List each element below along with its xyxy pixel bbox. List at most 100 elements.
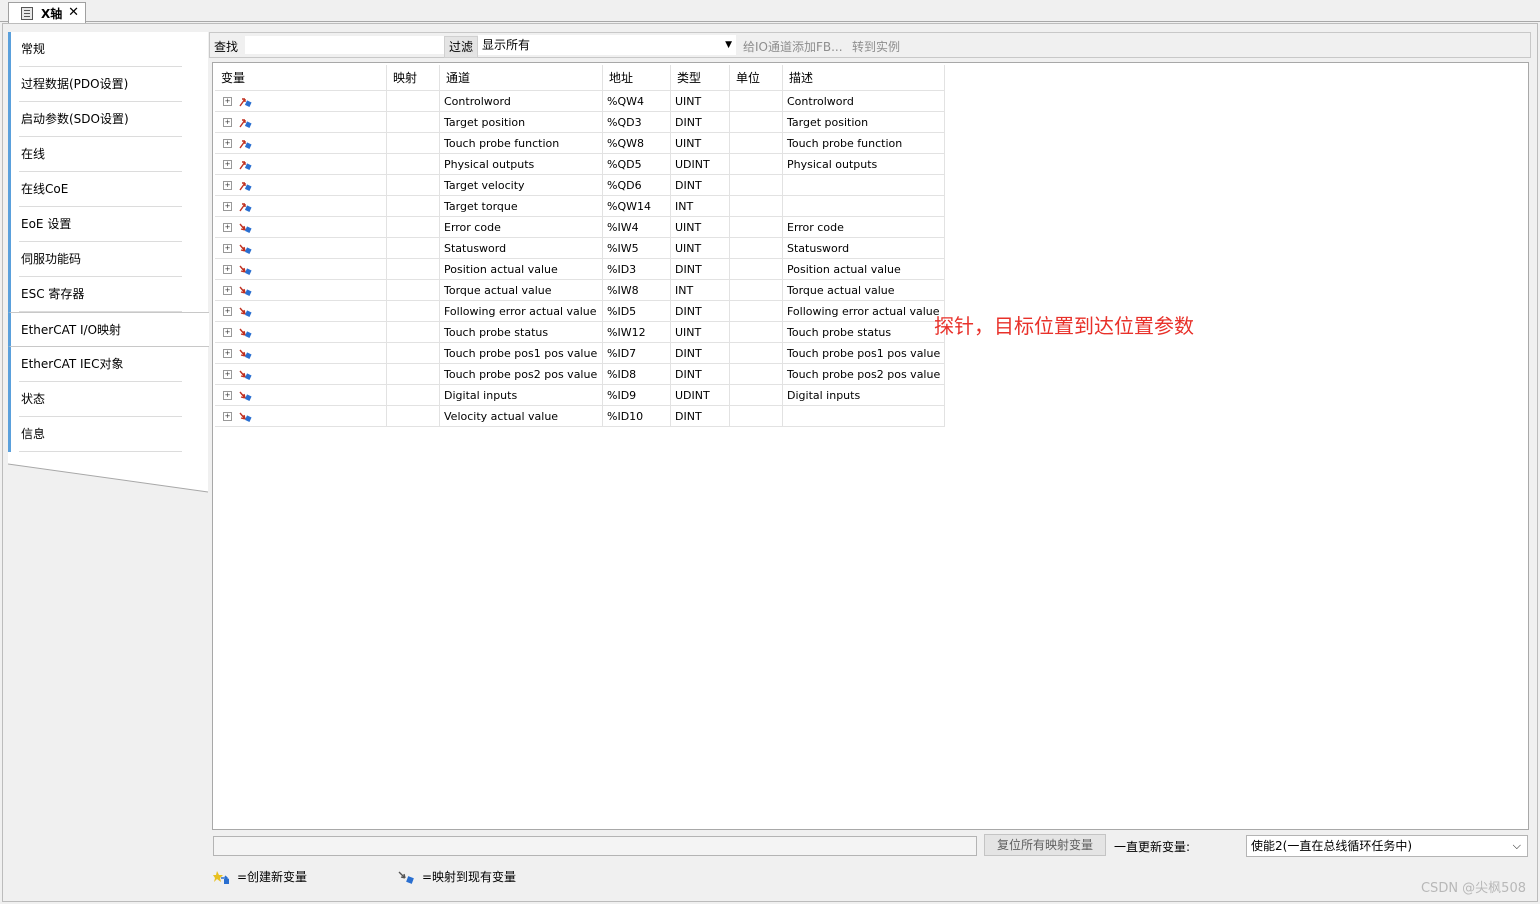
column-header-variable[interactable]: 变量 [215, 65, 387, 91]
nav-item-eoe[interactable]: EoE 设置 [8, 207, 208, 242]
mapping-cell[interactable] [386, 405, 440, 427]
expand-plus-icon[interactable]: + [223, 181, 232, 190]
variable-cell[interactable]: + [215, 384, 387, 406]
variable-cell[interactable]: + [215, 300, 387, 322]
close-icon[interactable]: ✕ [68, 5, 79, 20]
address-cell: %IW12 [602, 321, 671, 343]
variable-cell[interactable]: + [215, 321, 387, 343]
nav-item-ethercat-iec-objects[interactable]: EtherCAT IEC对象 [8, 347, 208, 382]
table-row[interactable]: + Target velocity %QD6 DINT [215, 174, 945, 196]
filter-select[interactable]: 显示所有 ▼ [478, 35, 736, 55]
go-to-instance-button[interactable]: 转到实例 [852, 38, 900, 55]
variable-cell[interactable]: + [215, 279, 387, 301]
variable-cell[interactable]: + [215, 111, 387, 133]
nav-item-info[interactable]: 信息 [8, 417, 208, 452]
table-row[interactable]: + Velocity actual value %ID10 DINT [215, 405, 945, 427]
mapping-cell[interactable] [386, 216, 440, 238]
table-row[interactable]: + Touch probe function %QW8 UINT Touch probe… [215, 132, 945, 154]
address-cell: %QD6 [602, 174, 671, 196]
expand-plus-icon[interactable]: + [223, 370, 232, 379]
mapping-cell[interactable] [386, 258, 440, 280]
output-channel-icon [232, 95, 252, 108]
mapping-cell[interactable] [386, 342, 440, 364]
variable-cell[interactable]: + [215, 174, 387, 196]
variable-cell[interactable]: + [215, 153, 387, 175]
description-cell: Torque actual value [782, 279, 945, 301]
nav-item-sdo[interactable]: 启动参数(SDO设置) [8, 102, 208, 137]
mapping-cell[interactable] [386, 174, 440, 196]
channel-cell: Touch probe status [439, 321, 603, 343]
table-row[interactable]: + Target position %QD3 DINT Target position [215, 111, 945, 133]
mapping-cell[interactable] [386, 300, 440, 322]
column-header-channel[interactable]: 通道 [439, 65, 603, 91]
expand-plus-icon[interactable]: + [223, 265, 232, 274]
column-header-address[interactable]: 地址 [602, 65, 671, 91]
table-row[interactable]: + Controlword %QW4 UINT Controlword [215, 90, 945, 112]
expand-plus-icon[interactable]: + [223, 160, 232, 169]
mapping-cell[interactable] [386, 195, 440, 217]
table-row[interactable]: + Touch probe pos2 pos value %ID8 DINT Touch… [215, 363, 945, 385]
table-row[interactable]: + Touch probe pos1 pos value %ID7 DINT Touch… [215, 342, 945, 364]
expand-plus-icon[interactable]: + [223, 139, 232, 148]
variable-cell[interactable]: + [215, 258, 387, 280]
mapping-cell[interactable] [386, 111, 440, 133]
input-channel-icon [232, 368, 252, 381]
column-header-type[interactable]: 类型 [670, 65, 730, 91]
expand-plus-icon[interactable]: + [223, 286, 232, 295]
reset-all-mapping-button[interactable]: 复位所有映射变量 [984, 834, 1106, 856]
expand-plus-icon[interactable]: + [223, 97, 232, 106]
mapping-cell[interactable] [386, 132, 440, 154]
channel-cell: Physical outputs [439, 153, 603, 175]
expand-plus-icon[interactable]: + [223, 328, 232, 337]
variable-cell[interactable]: + [215, 195, 387, 217]
nav-item-general[interactable]: 常规 [8, 32, 208, 67]
table-row[interactable]: + Digital inputs %ID9 UDINT Digital inputs [215, 384, 945, 406]
variable-cell[interactable]: + [215, 90, 387, 112]
nav-item-online[interactable]: 在线 [8, 137, 208, 172]
nav-item-ethercat-io-mapping[interactable]: EtherCAT I/O映射 [8, 312, 209, 347]
variable-cell[interactable]: + [215, 342, 387, 364]
table-row[interactable]: + Touch probe status %IW12 UINT Touch probe … [215, 321, 945, 343]
expand-plus-icon[interactable]: + [223, 412, 232, 421]
expand-plus-icon[interactable]: + [223, 202, 232, 211]
table-row[interactable]: + Target torque %QW14 INT [215, 195, 945, 217]
expand-plus-icon[interactable]: + [223, 118, 232, 127]
mapping-cell[interactable] [386, 237, 440, 259]
variable-cell[interactable]: + [215, 405, 387, 427]
variable-cell[interactable]: + [215, 363, 387, 385]
mapping-cell[interactable] [386, 384, 440, 406]
column-header-unit[interactable]: 单位 [729, 65, 783, 91]
mapping-cell[interactable] [386, 153, 440, 175]
table-row[interactable]: + Physical outputs %QD5 UDINT Physical outpu… [215, 153, 945, 175]
nav-item-esc-register[interactable]: ESC 寄存器 [8, 277, 208, 312]
expand-plus-icon[interactable]: + [223, 391, 232, 400]
type-cell: UINT [670, 216, 730, 238]
mapping-cell[interactable] [386, 321, 440, 343]
variable-cell[interactable]: + [215, 132, 387, 154]
expand-plus-icon[interactable]: + [223, 307, 232, 316]
nav-item-online-coe[interactable]: 在线CoE [8, 172, 208, 207]
nav-item-status[interactable]: 状态 [8, 382, 208, 417]
table-row[interactable]: + Statusword %IW5 UINT Statusword [215, 237, 945, 259]
nav-item-servo-function-code[interactable]: 伺服功能码 [8, 242, 208, 277]
variable-cell[interactable]: + [215, 237, 387, 259]
nav-item-label: 状态 [21, 392, 46, 406]
add-fb-to-io-channel-button[interactable]: 给IO通道添加FB... [743, 38, 843, 55]
mapping-cell[interactable] [386, 90, 440, 112]
variable-cell[interactable]: + [215, 216, 387, 238]
description-cell: Touch probe status [782, 321, 945, 343]
column-header-mapping[interactable]: 映射 [386, 65, 440, 91]
mapping-cell[interactable] [386, 279, 440, 301]
always-update-select[interactable]: 使能2(一直在总线循环任务中) ⌵ [1246, 835, 1528, 857]
mapping-cell[interactable] [386, 363, 440, 385]
table-row[interactable]: + Torque actual value %IW8 INT Torque actual… [215, 279, 945, 301]
table-row[interactable]: + Error code %IW4 UINT Error code [215, 216, 945, 238]
expand-plus-icon[interactable]: + [223, 244, 232, 253]
expand-plus-icon[interactable]: + [223, 349, 232, 358]
nav-item-pdo[interactable]: 过程数据(PDO设置) [8, 67, 208, 102]
table-row[interactable]: + Following error actual value %ID5 DINT Fol… [215, 300, 945, 322]
table-row[interactable]: + Position actual value %ID3 DINT Position a… [215, 258, 945, 280]
column-header-description[interactable]: 描述 [782, 65, 945, 91]
expand-plus-icon[interactable]: + [223, 223, 232, 232]
editor-tab-x-axis[interactable]: X轴 ✕ [8, 2, 86, 23]
